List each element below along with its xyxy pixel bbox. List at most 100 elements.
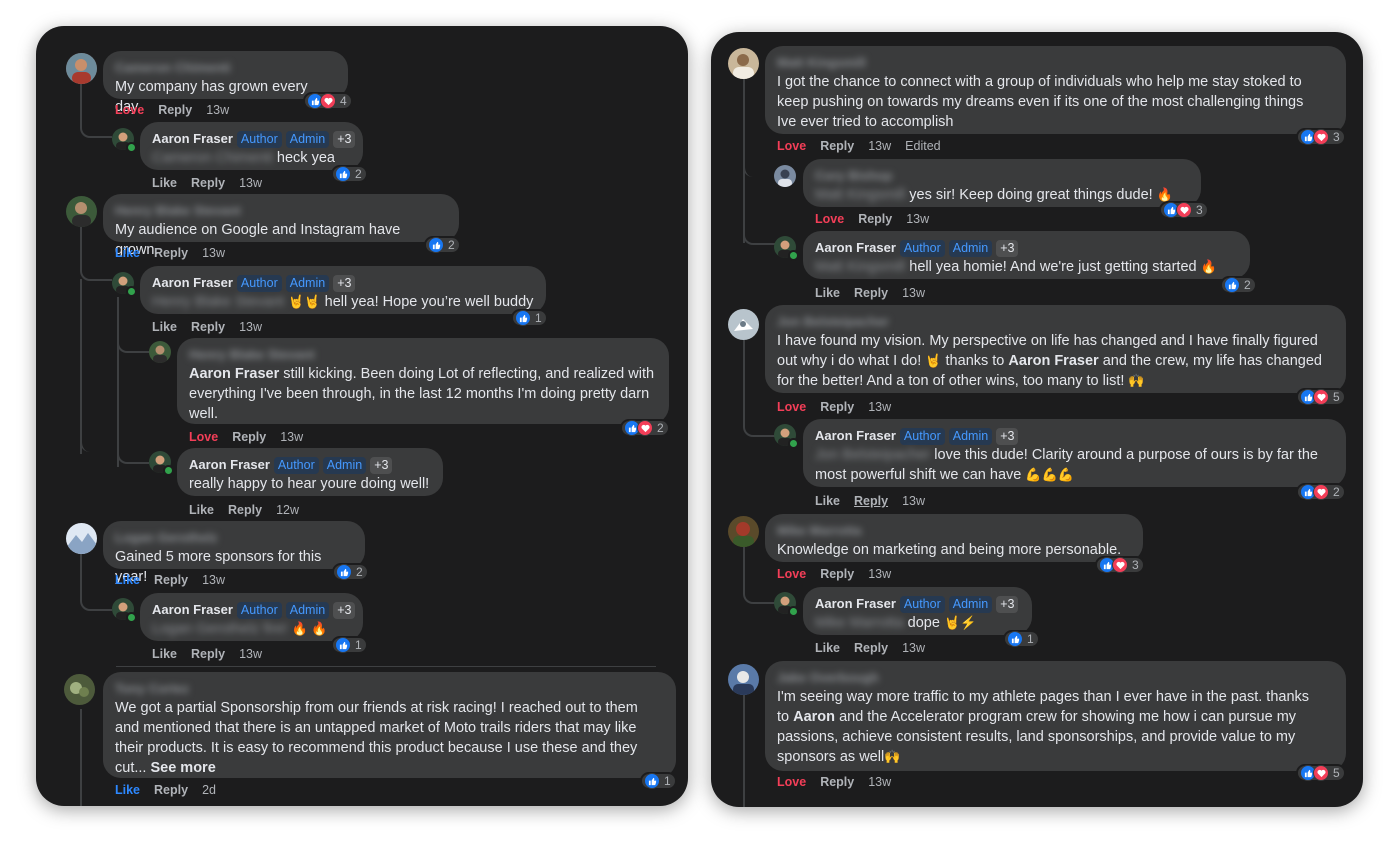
mention-tag[interactable]: Cameron Chimenti <box>152 150 273 166</box>
reaction-summary[interactable]: 3 <box>1296 128 1346 146</box>
timestamp[interactable]: 13w <box>868 567 891 581</box>
mention-tag[interactable]: Matt Kingsmill <box>815 187 905 203</box>
reply-button[interactable]: Reply <box>154 573 188 587</box>
timestamp[interactable]: 13w <box>280 430 303 444</box>
reply-button[interactable]: Reply <box>228 503 262 517</box>
more-badges[interactable]: +3 <box>333 131 356 148</box>
reaction-summary[interactable]: 2 <box>1220 276 1257 294</box>
reaction-summary[interactable]: 3 <box>1095 556 1145 574</box>
commenter-name[interactable]: Mike Marrotta <box>777 522 1131 540</box>
timestamp[interactable]: 2d <box>202 783 216 797</box>
more-badges[interactable]: +3 <box>333 275 356 292</box>
mention-tag[interactable]: Aaron Fraser <box>1008 353 1098 369</box>
timestamp[interactable]: 13w <box>868 139 891 153</box>
reaction-summary[interactable]: 2 <box>332 563 369 581</box>
reaction-summary[interactable]: 1 <box>511 309 548 327</box>
author-name[interactable]: Aaron Fraser <box>815 240 896 255</box>
author-name[interactable]: Aaron Fraser <box>815 596 896 611</box>
reaction-summary[interactable]: 4 <box>303 92 353 110</box>
like-button[interactable]: Like <box>815 494 840 508</box>
reply-button[interactable]: Reply <box>820 567 854 581</box>
love-button[interactable]: Love <box>777 567 806 581</box>
reaction-summary[interactable]: 1 <box>640 772 677 790</box>
like-button[interactable]: Like <box>152 647 177 661</box>
commenter-name[interactable]: Tony Cortez <box>115 680 664 698</box>
timestamp[interactable]: 13w <box>202 573 225 587</box>
edited-label[interactable]: Edited <box>905 139 940 153</box>
love-button[interactable]: Love <box>777 775 806 789</box>
more-badges[interactable]: +3 <box>333 602 356 619</box>
love-button[interactable]: Love <box>777 139 806 153</box>
avatar[interactable] <box>728 516 759 547</box>
timestamp[interactable]: 12w <box>276 503 299 517</box>
reply-button[interactable]: Reply <box>820 139 854 153</box>
more-badges[interactable]: +3 <box>996 596 1019 613</box>
timestamp[interactable]: 13w <box>902 286 925 300</box>
mention-tag[interactable]: Aaron Fraser <box>189 366 279 382</box>
reply-button[interactable]: Reply <box>191 176 225 190</box>
more-badges[interactable]: +3 <box>996 240 1019 257</box>
reply-button[interactable]: Reply <box>820 775 854 789</box>
reaction-summary[interactable]: 5 <box>1296 764 1346 782</box>
love-button[interactable]: Love <box>777 400 806 414</box>
more-badges[interactable]: +3 <box>370 457 393 474</box>
avatar[interactable] <box>64 674 95 705</box>
reaction-summary[interactable]: 3 <box>1159 201 1209 219</box>
like-button[interactable]: Like <box>152 320 177 334</box>
timestamp[interactable]: 13w <box>239 176 262 190</box>
reply-button[interactable]: Reply <box>232 430 266 444</box>
reply-button[interactable]: Reply <box>191 320 225 334</box>
like-button[interactable]: Like <box>115 573 140 587</box>
avatar[interactable] <box>728 664 759 695</box>
like-button[interactable]: Like <box>815 641 840 655</box>
reply-button[interactable]: Reply <box>854 286 888 300</box>
author-name[interactable]: Aaron Fraser <box>815 428 896 443</box>
love-button[interactable]: Love <box>189 430 218 444</box>
love-button[interactable]: Love <box>815 212 844 226</box>
author-name[interactable]: Aaron Fraser <box>152 131 233 146</box>
reaction-summary[interactable]: 2 <box>424 236 461 254</box>
reply-button[interactable]: Reply <box>154 783 188 797</box>
mention-tag[interactable]: Jon Belsteipacher <box>815 447 930 463</box>
more-badges[interactable]: +3 <box>996 428 1019 445</box>
commenter-name[interactable]: Jon Belsteipacher <box>777 313 1334 331</box>
commenter-name[interactable]: Henry Blake Stevant <box>115 202 447 220</box>
avatar[interactable] <box>66 523 97 554</box>
avatar[interactable] <box>774 165 796 187</box>
mention-tag[interactable]: Logan Gerothelz fire! <box>152 621 287 637</box>
avatar[interactable] <box>66 53 97 84</box>
commenter-name[interactable]: Logan Gerothelz <box>115 529 353 547</box>
timestamp[interactable]: 13w <box>902 641 925 655</box>
avatar[interactable] <box>149 341 171 363</box>
commenter-name[interactable]: Cameron Chimenti <box>115 59 336 77</box>
timestamp[interactable]: 13w <box>868 400 891 414</box>
reply-button[interactable]: Reply <box>858 212 892 226</box>
like-button[interactable]: Like <box>152 176 177 190</box>
reply-button[interactable]: Reply <box>820 400 854 414</box>
like-button[interactable]: Like <box>189 503 214 517</box>
reaction-summary[interactable]: 1 <box>331 636 368 654</box>
timestamp[interactable]: 13w <box>902 494 925 508</box>
timestamp[interactable]: 13w <box>202 246 225 260</box>
commenter-name[interactable]: Jake Overbough <box>777 669 1334 687</box>
reaction-summary[interactable]: 2 <box>331 165 368 183</box>
mention-tag[interactable]: Aaron <box>793 709 835 725</box>
reply-button[interactable]: Reply <box>158 103 192 117</box>
love-button[interactable]: Love <box>115 103 144 117</box>
reaction-summary[interactable]: 1 <box>1003 630 1040 648</box>
author-name[interactable]: Aaron Fraser <box>152 275 233 290</box>
mention-tag[interactable]: Henry Blake Stevant <box>152 294 284 310</box>
reaction-summary[interactable]: 5 <box>1296 388 1346 406</box>
timestamp[interactable]: 13w <box>206 103 229 117</box>
timestamp[interactable]: 13w <box>239 647 262 661</box>
mention-tag[interactable]: Mike Marrotta <box>815 615 904 631</box>
avatar[interactable] <box>728 309 759 340</box>
author-name[interactable]: Aaron Fraser <box>189 457 270 472</box>
see-more-link[interactable]: See more <box>150 760 215 776</box>
mention-tag[interactable]: Matt Kingsmill <box>815 259 905 275</box>
reply-button[interactable]: Reply <box>191 647 225 661</box>
reply-button[interactable]: Reply <box>854 641 888 655</box>
reply-button[interactable]: Reply <box>854 494 888 508</box>
commenter-name[interactable]: Henry Blake Stevant <box>189 346 657 364</box>
like-button[interactable]: Like <box>815 286 840 300</box>
